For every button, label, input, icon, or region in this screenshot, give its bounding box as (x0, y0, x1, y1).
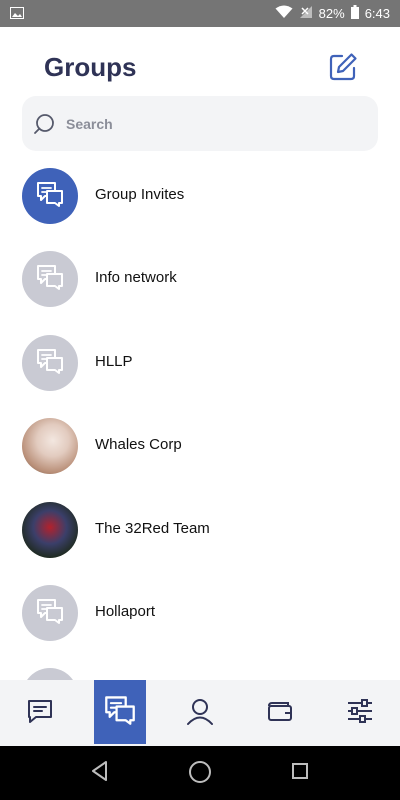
group-list: Group Invites Info network HLLP Whales C… (0, 168, 400, 680)
battery-percent: 82% (318, 6, 345, 21)
recents-icon[interactable] (292, 760, 308, 787)
search-input[interactable] (64, 111, 368, 137)
nav-settings[interactable] (334, 680, 386, 746)
nav-groups[interactable] (94, 680, 146, 744)
group-avatar (22, 168, 78, 224)
edit-icon (326, 53, 360, 88)
nav-messages[interactable] (14, 680, 66, 746)
list-item[interactable] (0, 668, 400, 680)
page-title: Groups (44, 52, 137, 82)
group-avatar (22, 251, 78, 307)
list-item[interactable]: Whales Corp (0, 418, 400, 478)
list-item[interactable]: HLLP (0, 335, 400, 395)
nav-wallet[interactable] (254, 680, 306, 746)
group-name: Hollaport (95, 603, 156, 620)
chat-group-icon (35, 180, 65, 213)
list-item[interactable]: The 32Red Team (0, 502, 400, 562)
chat-icon (26, 698, 54, 729)
chat-group-icon (102, 694, 138, 731)
home-icon[interactable] (188, 760, 212, 789)
list-item[interactable]: Info network (0, 251, 400, 311)
nav-profile[interactable] (174, 680, 226, 746)
list-item[interactable]: Group Invites (0, 168, 400, 228)
compose-button[interactable] (326, 50, 360, 84)
list-item[interactable]: Hollaport (0, 585, 400, 645)
wifi-icon (275, 5, 293, 22)
group-name: The 32Red Team (95, 520, 210, 537)
image-notification-icon (10, 7, 24, 22)
group-name: Info network (95, 269, 177, 286)
group-name: Group Invites (95, 186, 185, 203)
clock: 6:43 (364, 6, 390, 21)
chat-group-icon (35, 347, 65, 380)
group-name: HLLP (95, 353, 133, 370)
search-bar[interactable] (22, 96, 378, 151)
system-nav-bar (0, 746, 400, 800)
chat-group-icon (35, 597, 65, 630)
group-avatar (22, 335, 78, 391)
search-icon (33, 113, 55, 140)
sliders-icon (346, 698, 374, 728)
battery-icon (350, 5, 359, 22)
bottom-nav (0, 680, 400, 746)
wallet-icon (266, 699, 294, 728)
group-photo (22, 502, 78, 558)
back-icon[interactable] (90, 760, 110, 787)
signal-icon (299, 5, 313, 22)
status-bar: 82% 6:43 (0, 0, 400, 27)
group-avatar (22, 668, 78, 680)
chat-group-icon (35, 263, 65, 296)
group-photo (22, 418, 78, 474)
person-icon (186, 697, 214, 730)
group-avatar (22, 585, 78, 641)
group-name: Whales Corp (95, 436, 182, 453)
